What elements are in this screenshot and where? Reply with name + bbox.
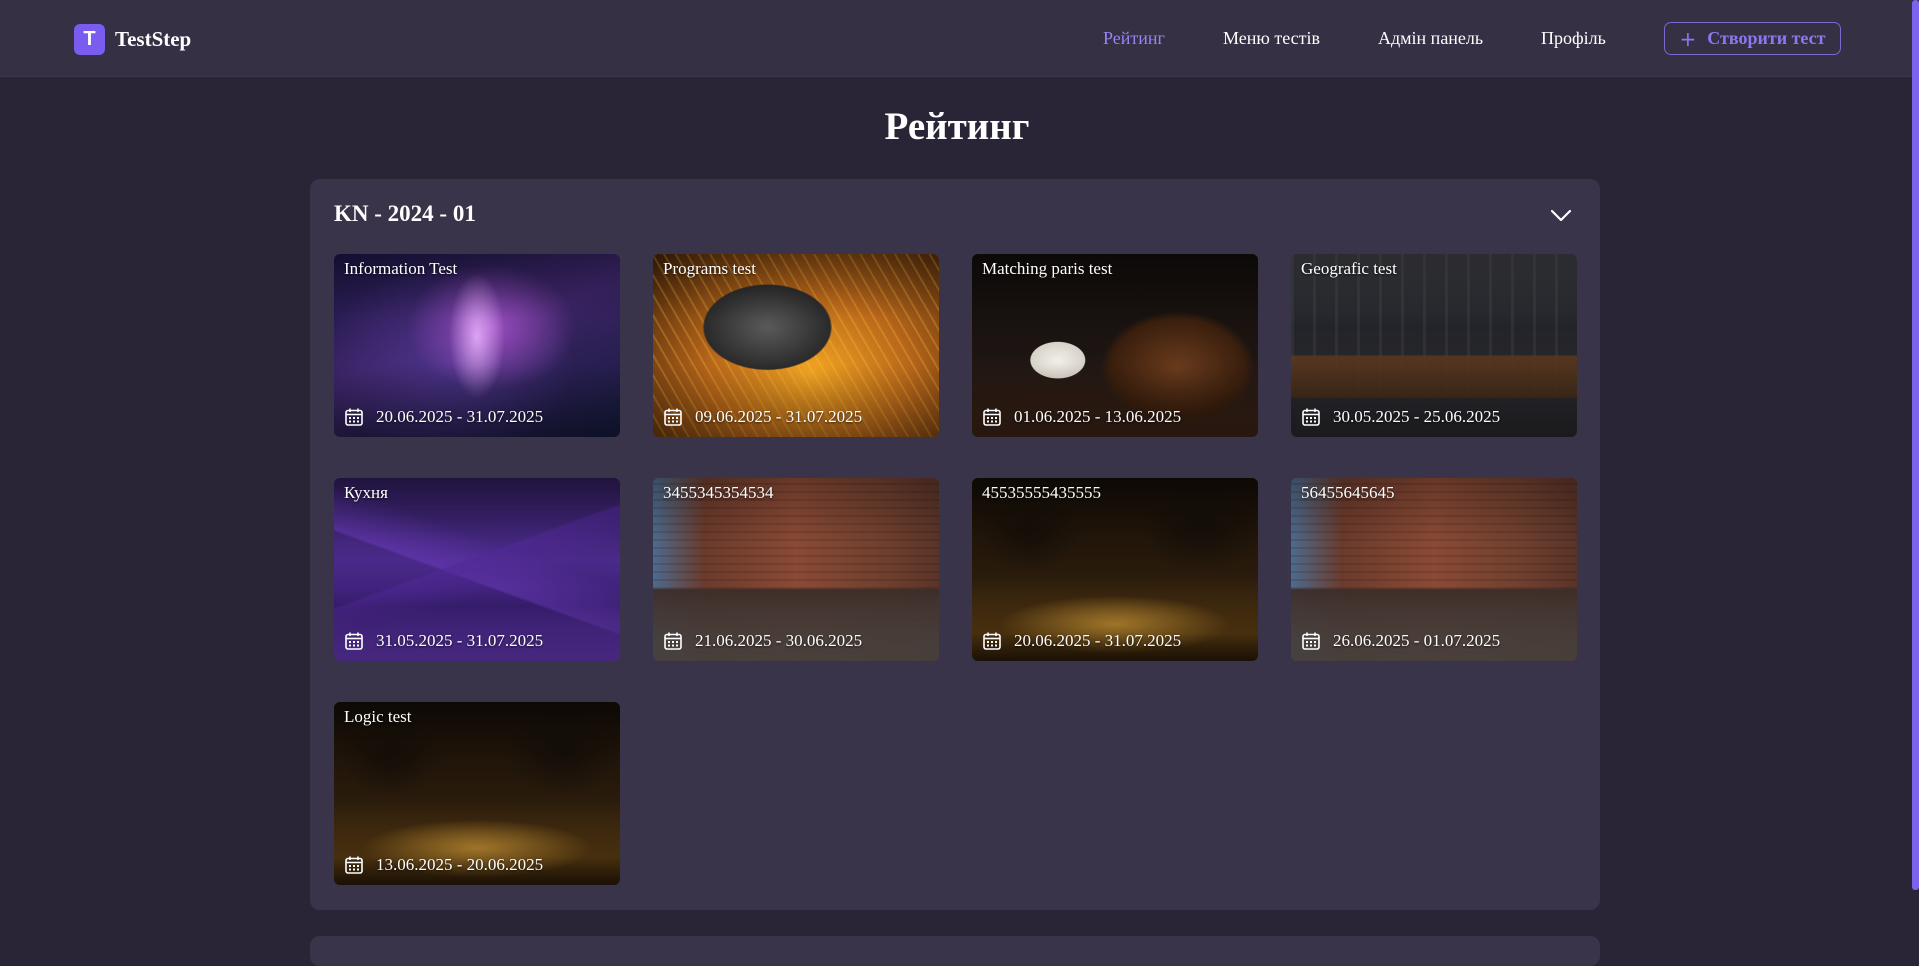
card-date-range: 26.06.2025 - 01.07.2025 (1333, 631, 1501, 650)
card-date: 01.06.2025 - 13.06.2025 (982, 407, 1181, 427)
card-date: 21.06.2025 - 30.06.2025 (663, 631, 862, 651)
calendar-icon (1302, 632, 1320, 650)
calendar-icon (345, 856, 363, 874)
test-card[interactable]: 45535555435555 20.06.2025 - 31.07.2025 (972, 478, 1258, 661)
calendar-icon (664, 408, 682, 426)
card-date-range: 09.06.2025 - 31.07.2025 (695, 407, 863, 426)
card-date: 31.05.2025 - 31.07.2025 (344, 631, 543, 651)
page-title: Рейтинг (884, 105, 1030, 148)
card-title: Matching paris test (982, 259, 1113, 278)
card-date-range: 01.06.2025 - 13.06.2025 (1014, 407, 1182, 426)
card-date: 09.06.2025 - 31.07.2025 (663, 407, 862, 427)
top-navbar: T TestStep Рейтинг Меню тестів Адмін пан… (0, 0, 1914, 77)
group-panel: KN - 2024 - 01 Information Test 20.06.20… (310, 179, 1600, 910)
group-title: KN - 2024 - 01 (334, 201, 476, 226)
card-title: Information Test (344, 259, 458, 278)
nav-link-tests-menu[interactable]: Меню тестів (1223, 28, 1320, 49)
card-date: 26.06.2025 - 01.07.2025 (1301, 631, 1500, 651)
test-card[interactable]: Logic test 13.06.2025 - 20.06.2025 (334, 702, 620, 885)
card-title: 56455645645 (1301, 483, 1395, 502)
card-date: 13.06.2025 - 20.06.2025 (344, 855, 543, 875)
create-test-button[interactable]: + Створити тест (1664, 22, 1841, 55)
create-test-label: Створити тест (1707, 28, 1826, 48)
card-date: 30.05.2025 - 25.06.2025 (1301, 407, 1500, 427)
test-card[interactable]: 56455645645 26.06.2025 - 01.07.2025 (1291, 478, 1577, 661)
test-card[interactable]: Programs test 09.06.2025 - 31.07.2025 (653, 254, 939, 437)
card-title: Кухня (344, 483, 388, 502)
card-date-range: 30.05.2025 - 25.06.2025 (1333, 407, 1501, 426)
calendar-icon (345, 408, 363, 426)
calendar-icon (1302, 408, 1320, 426)
next-group-panel (310, 936, 1600, 966)
card-date-range: 13.06.2025 - 20.06.2025 (376, 855, 544, 874)
calendar-icon (983, 408, 1001, 426)
calendar-icon (983, 632, 1001, 650)
card-title: Logic test (344, 707, 412, 726)
nav-link-admin-panel[interactable]: Адмін панель (1378, 28, 1483, 49)
card-title: Programs test (663, 259, 757, 278)
card-title: 45535555435555 (982, 483, 1101, 502)
card-date-range: 20.06.2025 - 31.07.2025 (1014, 631, 1182, 650)
test-card[interactable]: Matching paris test 01.06.2025 - 13.06.2… (972, 254, 1258, 437)
plus-icon: + (1679, 26, 1697, 51)
card-title: 3455345354534 (663, 483, 774, 502)
card-date: 20.06.2025 - 31.07.2025 (982, 631, 1181, 651)
card-date-range: 31.05.2025 - 31.07.2025 (376, 631, 544, 650)
calendar-icon (345, 632, 363, 650)
chevron-down-icon[interactable] (1550, 209, 1572, 223)
test-card[interactable]: Кухня 31.05.2025 - 31.07.2025 (334, 478, 620, 661)
nav-link-rating[interactable]: Рейтинг (1103, 28, 1165, 49)
test-card[interactable]: Geografic test 30.05.2025 - 25.06.2025 (1291, 254, 1577, 437)
card-date: 20.06.2025 - 31.07.2025 (344, 407, 543, 427)
brand[interactable]: T TestStep (74, 24, 191, 55)
card-date-range: 20.06.2025 - 31.07.2025 (376, 407, 544, 426)
test-card[interactable]: 3455345354534 21.06.2025 - 30.06.2025 (653, 478, 939, 661)
brand-name: TestStep (115, 27, 192, 51)
test-card[interactable]: Information Test 20.06.2025 - 31.07.2025 (334, 254, 620, 437)
nav-link-profile[interactable]: Профіль (1541, 28, 1606, 49)
card-title: Geografic test (1301, 259, 1397, 278)
card-date-range: 21.06.2025 - 30.06.2025 (695, 631, 863, 650)
brand-logo: T (74, 24, 105, 55)
calendar-icon (664, 632, 682, 650)
